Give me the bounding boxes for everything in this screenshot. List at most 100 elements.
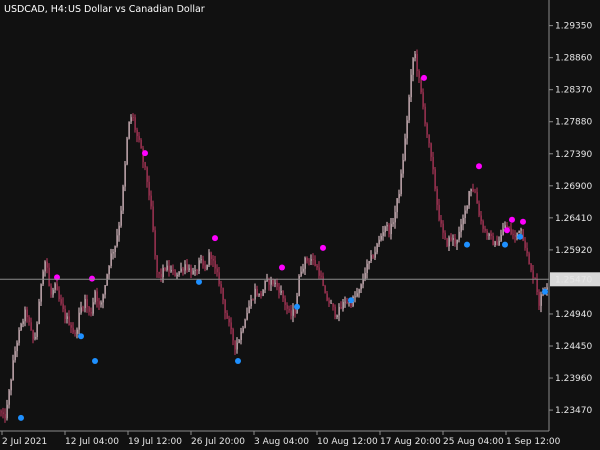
candle-body [210, 252, 212, 260]
candle-body [8, 390, 10, 405]
buy-signal-dot [348, 297, 354, 304]
candle-body [130, 117, 132, 122]
sell-signal-dot [279, 264, 285, 271]
candle-body [258, 293, 260, 296]
candle-body [208, 252, 210, 265]
buy-signal-dot [464, 241, 470, 248]
candle-body [92, 302, 94, 314]
candle-body [214, 260, 216, 269]
candle-body [114, 246, 116, 253]
candle-body [42, 271, 44, 285]
candle-body [286, 304, 288, 309]
candle-body [30, 322, 32, 331]
candle-body [186, 264, 188, 270]
candle-body [144, 162, 146, 168]
candle-body [250, 299, 252, 307]
candle-body [246, 313, 248, 320]
candle-body [182, 268, 184, 271]
candle-body [0, 411, 2, 413]
candle-body [412, 58, 414, 75]
candle-body [290, 310, 292, 316]
candle-body [438, 204, 440, 220]
candle-body [388, 225, 390, 235]
candle-body [268, 279, 270, 285]
candle-body [378, 239, 380, 245]
candle-body [284, 298, 286, 305]
time-tick-label: 26 Jul 20:00 [191, 437, 245, 447]
candle-body [302, 268, 304, 272]
candle-body [108, 265, 110, 275]
candle-body [538, 292, 540, 306]
candle-body [512, 234, 514, 235]
candle-body [46, 261, 48, 268]
candle-body [10, 379, 12, 391]
sell-signal-dot [504, 227, 510, 234]
candle-body [112, 252, 114, 254]
candle-body [160, 273, 162, 278]
candle-body [236, 342, 238, 350]
candle-body [496, 241, 498, 246]
chart-background [0, 0, 600, 450]
candle-body [500, 234, 502, 241]
candle-body [98, 301, 100, 305]
candle-body [372, 255, 374, 258]
candle-body [452, 238, 454, 240]
candle-body [328, 300, 330, 304]
candle-body [50, 286, 52, 295]
candle-body [230, 322, 232, 330]
candle-body [244, 319, 246, 328]
candle-body [104, 285, 106, 295]
candle-body [218, 272, 220, 285]
buy-signal-dot [196, 278, 202, 285]
candle-body [510, 228, 512, 235]
candle-body [492, 235, 494, 246]
candle-body [490, 233, 492, 236]
candle-body [528, 253, 530, 265]
candle-body [82, 307, 84, 309]
candle-body [482, 221, 484, 229]
candle-body [374, 252, 376, 258]
candle-body [126, 138, 128, 165]
price-tick-label: 1.23960 [555, 374, 592, 384]
candle-body [220, 284, 222, 288]
candle-body [20, 323, 22, 331]
time-tick-label: 2 Jul 2021 [2, 437, 47, 447]
candle-body [176, 274, 178, 277]
candle-body [326, 293, 328, 301]
candle-body [16, 342, 18, 352]
candle-body [200, 259, 202, 261]
candle-body [444, 232, 446, 239]
candle-body [62, 303, 64, 310]
price-tick-label: 1.26900 [555, 182, 592, 192]
candle-body [164, 267, 166, 270]
candle-body [86, 299, 88, 307]
candle-body [232, 329, 234, 341]
candle-body [330, 303, 332, 304]
candle-body [88, 306, 90, 312]
time-tick-label: 1 Sep 12:00 [506, 437, 561, 447]
candle-body [204, 265, 206, 270]
candle-body [368, 261, 370, 264]
candle-body [440, 219, 442, 224]
candle-body [518, 230, 520, 233]
candle-body [294, 309, 296, 313]
candle-body [468, 191, 470, 206]
chart-window[interactable]: 1.29350 1.28860 1.28370 1.27880 1.27390 1.269… [0, 0, 600, 450]
candle-body [48, 267, 50, 287]
candle-body [506, 225, 508, 227]
chart-canvas[interactable]: 1.29350 1.28860 1.28370 1.27880 1.27390 1.269… [0, 0, 600, 450]
candle-body [196, 270, 198, 272]
candle-body [60, 299, 62, 304]
candle-body [406, 120, 408, 139]
candle-body [456, 239, 458, 244]
candle-body [70, 325, 72, 328]
time-tick-label: 19 Jul 12:00 [128, 437, 182, 447]
candle-body [540, 294, 542, 306]
candle-body [174, 270, 176, 277]
candle-body [446, 238, 448, 247]
candle-body [96, 291, 98, 302]
candle-body [224, 299, 226, 314]
candle-body [524, 240, 526, 248]
candle-body [28, 317, 30, 323]
candle-body [94, 291, 96, 303]
